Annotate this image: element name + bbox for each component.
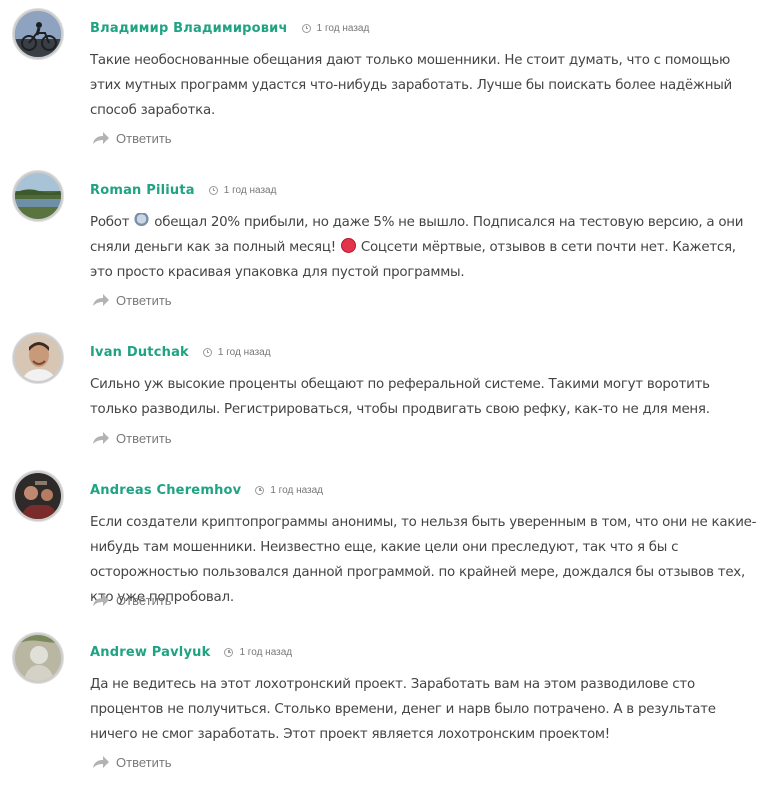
reply-button[interactable]: Ответить — [92, 428, 172, 448]
comment-author[interactable]: Ivan Dutchak — [90, 345, 189, 360]
reply-arrow-icon — [93, 432, 109, 444]
comment-meta: Andrew Pavlyuk 1 год назад — [90, 642, 292, 662]
comment-time: 1 год назад — [316, 22, 370, 34]
comment-meta: Andreas Cheremhov 1 год назад — [90, 480, 323, 500]
comment-author[interactable]: Владимир Владимирович — [90, 21, 288, 36]
reply-label: Ответить — [116, 754, 172, 770]
reply-button[interactable]: Ответить — [92, 752, 172, 772]
comment-author[interactable]: Andrew Pavlyuk — [90, 645, 210, 660]
reply-label: Ответить — [116, 430, 172, 446]
clock-icon — [208, 185, 218, 195]
comment-meta: Владимир Владимирович 1 год назад — [90, 18, 369, 38]
comment-text-part: Робот — [90, 215, 134, 230]
reply-label: Ответить — [116, 592, 172, 608]
reply-arrow-icon — [93, 294, 109, 306]
avatar — [12, 470, 64, 522]
comment-text: Да не ведитесь на этот лохотронский прое… — [90, 677, 716, 742]
comment-time: 1 год назад — [239, 646, 293, 658]
comment-text: Такие необоснованные обещания дают тольк… — [90, 53, 733, 118]
comment-time: 1 год назад — [223, 184, 277, 196]
avatar — [12, 8, 64, 60]
reply-arrow-icon — [93, 756, 109, 768]
comment-time: 1 год назад — [217, 346, 271, 358]
comment-author[interactable]: Roman Piliuta — [90, 183, 195, 198]
angry-face-emoji-icon — [340, 238, 356, 253]
avatar — [12, 632, 64, 684]
clock-icon — [301, 23, 311, 33]
comment-author[interactable]: Andreas Cheremhov — [90, 483, 241, 498]
comment-text: Если создатели криптопрограммы анонимы, … — [90, 515, 757, 605]
reply-arrow-icon — [93, 594, 109, 606]
reply-label: Ответить — [116, 292, 172, 308]
comment-time: 1 год назад — [270, 484, 324, 496]
comment-meta: Ivan Dutchak 1 год назад — [90, 342, 271, 362]
avatar — [12, 332, 64, 384]
reply-button[interactable]: Ответить — [92, 290, 172, 310]
reply-arrow-icon — [93, 132, 109, 144]
comment-text: Робот обещал 20% прибыли, но даже 5% не … — [90, 210, 760, 285]
clock-icon — [224, 647, 234, 657]
clock-icon — [202, 347, 212, 357]
reply-button[interactable]: Ответить — [92, 590, 172, 610]
avatar — [12, 170, 64, 222]
robot-emoji-icon — [134, 213, 150, 228]
reply-label: Ответить — [116, 130, 172, 146]
comment-meta: Roman Piliuta 1 год назад — [90, 180, 276, 200]
reply-button[interactable]: Ответить — [92, 128, 172, 148]
comment-text: Сильно уж высокие проценты обещают по ре… — [90, 377, 710, 417]
clock-icon — [255, 485, 265, 495]
